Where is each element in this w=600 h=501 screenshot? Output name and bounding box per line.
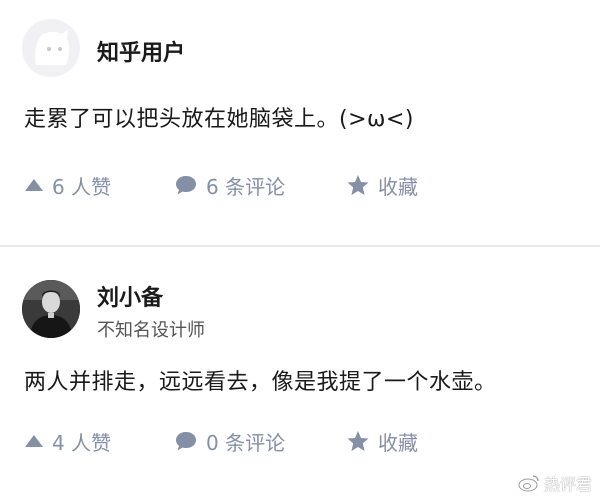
comment-bubble-icon	[174, 174, 198, 196]
default-user-icon	[22, 19, 80, 77]
upvote-label: 4 人赞	[52, 430, 112, 455]
favorite-button[interactable]: 收藏	[346, 170, 418, 200]
comment-button[interactable]: 0 条评论	[174, 426, 285, 456]
answer-card: 知乎用户 走累了可以把头放在她脑袋上。(>ω<) 6 人赞 6 条评论 收藏	[0, 0, 600, 246]
divider	[0, 245, 600, 247]
weibo-icon	[518, 474, 540, 492]
watermark: 热评君	[518, 471, 592, 495]
action-bar: 4 人赞 0 条评论 收藏	[22, 426, 582, 456]
star-icon	[346, 174, 370, 196]
upvote-button[interactable]: 6 人赞	[24, 170, 111, 200]
author-bio: 不知名设计师	[97, 320, 205, 341]
favorite-button[interactable]: 收藏	[346, 426, 418, 456]
comment-label: 0 条评论	[206, 430, 286, 455]
author-name[interactable]: 知乎用户	[97, 35, 185, 67]
favorite-label: 收藏	[378, 174, 418, 199]
person-photo-icon	[22, 280, 80, 338]
answer-content: 两人并排走，远远看去，像是我提了一个水壶。	[24, 370, 497, 395]
default-avatar[interactable]	[22, 19, 80, 77]
answer-content: 走累了可以把头放在她脑袋上。(>ω<)	[24, 107, 414, 132]
action-bar: 6 人赞 6 条评论 收藏	[22, 170, 582, 200]
upvote-label: 6 人赞	[52, 174, 112, 199]
upvote-triangle-icon	[24, 434, 44, 448]
watermark-text: 热评君	[543, 475, 592, 494]
comment-label: 6 条评论	[206, 174, 286, 199]
author-name[interactable]: 刘小备	[97, 280, 163, 312]
upvote-triangle-icon	[24, 178, 44, 192]
author-avatar[interactable]	[22, 280, 80, 338]
favorite-label: 收藏	[378, 430, 418, 455]
comment-button[interactable]: 6 条评论	[174, 170, 285, 200]
star-icon	[346, 430, 370, 452]
upvote-button[interactable]: 4 人赞	[24, 426, 111, 456]
comment-bubble-icon	[174, 430, 198, 452]
